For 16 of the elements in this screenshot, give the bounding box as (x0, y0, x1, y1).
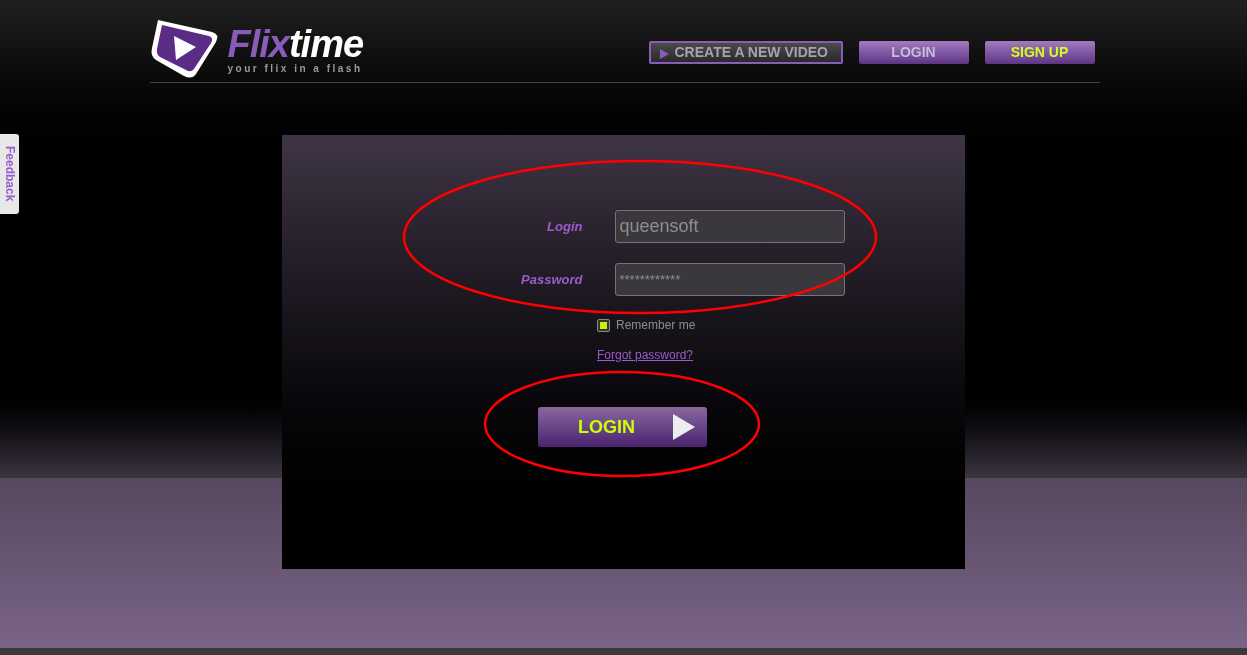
sign-up-button[interactable]: SIGN UP (984, 41, 1095, 64)
login-nav-button[interactable]: LOGIN (858, 41, 969, 64)
field-label: Password (520, 270, 583, 289)
play-icon (659, 49, 669, 59)
field-label: Login (546, 217, 583, 236)
forgot-password-link[interactable]: Forgot password? (597, 346, 694, 364)
feedback-tab[interactable]: Feedback (0, 134, 19, 214)
play-icon (673, 414, 695, 440)
remember-checkbox[interactable] (597, 318, 610, 332)
login-button[interactable]: LOGIN (538, 407, 707, 447)
login-field[interactable]: queensoft (614, 210, 845, 243)
logo-tagline: your flix in a flash (227, 63, 364, 75)
create-video-button[interactable]: CREATE A NEW VIDEO (648, 41, 843, 64)
logo-word: Flix (227, 25, 289, 63)
password-field[interactable]: ************ (614, 263, 845, 296)
remember-label: Remember me (616, 317, 696, 334)
